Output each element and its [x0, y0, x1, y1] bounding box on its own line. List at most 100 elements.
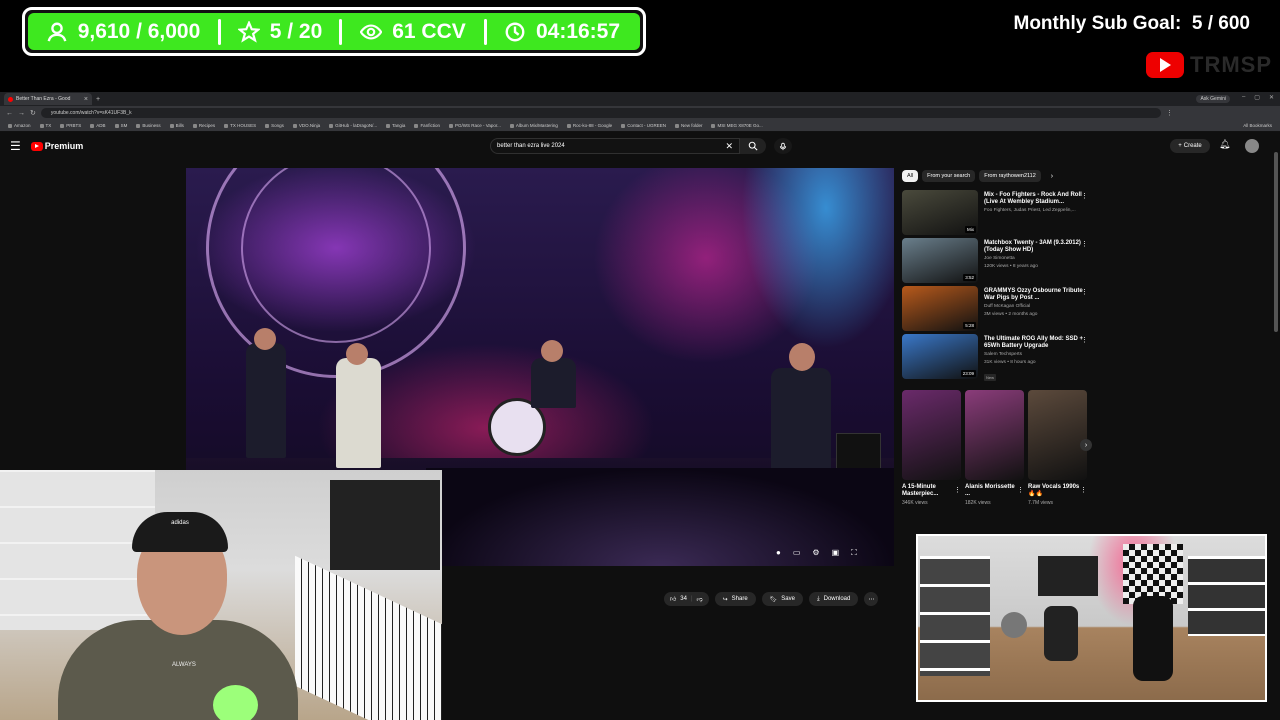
bookmark-item[interactable]: Recipes: [192, 123, 215, 128]
shirt-text: ALWAYS: [172, 662, 196, 668]
bookmark-item[interactable]: ADB: [90, 123, 106, 128]
tab-youtube[interactable]: Better Than Ezra - Good ×: [4, 93, 92, 105]
more-vertical-icon[interactable]: ⋮: [1081, 288, 1088, 296]
bookmark-item[interactable]: Songs: [265, 123, 284, 128]
download-button[interactable]: ⤓ Download: [808, 592, 859, 606]
recommendation-item[interactable]: Mix Mix - Foo Fighters - Rock And Roll (…: [902, 190, 1092, 238]
recommendation-item[interactable]: 3:52 Matchbox Twenty - 3AM (9.3.2012)(To…: [902, 238, 1092, 286]
forward-icon[interactable]: →: [18, 110, 25, 117]
more-vertical-icon[interactable]: ⋮: [1081, 240, 1088, 248]
more-vertical-icon[interactable]: ⋮: [1081, 336, 1088, 344]
video-thumbnail[interactable]: Mix: [902, 190, 978, 235]
bookmark-item[interactable]: Bills: [169, 123, 184, 128]
bookmark-item[interactable]: TX HOUSES: [224, 123, 256, 128]
desk-chair: [1044, 606, 1078, 661]
bookmark-item[interactable]: PG/WS Race - Vapor...: [448, 123, 501, 128]
bookmark-item[interactable]: Roc-ko-88 - Google: [566, 123, 612, 128]
short-item[interactable]: Raw Vocals 1990s 🔥🔥 7.7M views ⋮: [1028, 390, 1087, 506]
bookmark-item[interactable]: Contact - UGREEN: [621, 123, 666, 128]
bookmarks-bar: Amazon TX PRBTS ADB SM Business Bills Re…: [0, 120, 1280, 132]
scrollbar[interactable]: [1274, 152, 1278, 332]
video-title[interactable]: Matchbox Twenty - 3AM (9.3.2012)(Today S…: [984, 240, 1092, 254]
fullscreen-icon[interactable]: ⛶: [851, 548, 857, 558]
short-title[interactable]: A 15-Minute Masterpiec...: [902, 484, 954, 498]
youtube-favicon-icon: [8, 96, 13, 102]
close-window-icon[interactable]: ✕: [1269, 94, 1274, 101]
settings-gear-icon[interactable]: ⚙: [812, 548, 819, 558]
stars-stat: 5 / 20: [221, 13, 339, 50]
notifications-bell-icon[interactable]: 🔔︎: [1219, 139, 1230, 150]
youtube-logo[interactable]: Premium: [30, 141, 83, 151]
avatar[interactable]: [1245, 139, 1259, 153]
brand-text: TRMSP: [1190, 52, 1272, 77]
save-button[interactable]: 🔖︎ Save: [761, 592, 803, 606]
short-title[interactable]: Raw Vocals 1990s 🔥🔥: [1028, 484, 1080, 498]
bookmark-item[interactable]: VDO.Ninja: [292, 123, 320, 128]
more-vertical-icon[interactable]: ⋮: [1080, 486, 1087, 494]
chevron-right-icon[interactable]: ›: [1080, 439, 1092, 451]
short-thumbnail[interactable]: [1028, 390, 1087, 480]
chip-from-search[interactable]: From your search: [922, 170, 976, 182]
bookmark-item[interactable]: Business: [136, 123, 161, 128]
bookmark-item[interactable]: Tangia: [386, 123, 405, 128]
voice-search-button[interactable]: [774, 138, 792, 154]
bookmark-item[interactable]: New folder: [674, 123, 702, 128]
search-query: better than ezra live 2024: [497, 143, 565, 149]
bookmark-item[interactable]: Album Mix/Mastering: [509, 123, 558, 128]
more-vertical-icon[interactable]: ⋮: [954, 486, 961, 494]
recommendation-item[interactable]: 5:28 GRAMMYS Ozzy Osbourne Tribute War P…: [902, 286, 1092, 334]
more-vertical-icon[interactable]: ⋮: [1081, 192, 1088, 200]
short-item[interactable]: Alanis Morissette ... 182K views ⋮: [965, 390, 1024, 506]
video-thumbnail[interactable]: 23:09: [902, 334, 978, 379]
video-thumbnail[interactable]: 5:28: [902, 286, 978, 331]
video-title[interactable]: Mix - Foo Fighters - Rock And Roll (Live…: [984, 192, 1092, 206]
all-bookmarks[interactable]: All Bookmarks: [1243, 123, 1272, 128]
ask-gemini-button[interactable]: Ask Gemini: [1196, 95, 1230, 103]
video-title[interactable]: The Ultimate ROG Ally Mod: SSD + 65Wh Ba…: [984, 336, 1092, 350]
bookmark-item[interactable]: PRBTS: [60, 123, 81, 128]
url-field[interactable]: youtube.com/watch?v=sK41UF3B_k: [40, 108, 1161, 118]
maximize-icon[interactable]: ▢: [1254, 94, 1260, 101]
search-button[interactable]: [740, 138, 766, 154]
more-vertical-icon[interactable]: ⋮: [1017, 486, 1024, 494]
short-title[interactable]: Alanis Morissette ...: [965, 484, 1017, 498]
bookmark-item[interactable]: SM: [114, 123, 127, 128]
share-button[interactable]: ↪ Share: [714, 592, 756, 606]
create-label: Create: [1183, 143, 1202, 149]
close-icon[interactable]: ×: [84, 96, 88, 103]
bookmark-item[interactable]: Amazon: [8, 123, 31, 128]
extensions-icon[interactable]: ⋮: [1166, 109, 1173, 117]
back-icon[interactable]: ←: [6, 110, 13, 117]
sub-goal: Monthly Sub Goal: 5 / 600: [1014, 13, 1251, 35]
minimize-icon[interactable]: –: [1242, 94, 1245, 101]
search-input[interactable]: better than ezra live 2024 ✕: [490, 138, 740, 154]
create-button[interactable]: + Create: [1170, 139, 1210, 153]
more-actions-button[interactable]: ⋯: [864, 592, 879, 606]
recommendation-item[interactable]: 23:09 The Ultimate ROG Ally Mod: SSD + 6…: [902, 334, 1092, 382]
chip-from-channel[interactable]: From raythowen2112: [979, 170, 1041, 182]
like-button[interactable]: 👍︎ 34 | 👎︎: [664, 592, 709, 606]
video-title[interactable]: GRAMMYS Ozzy Osbourne Tribute War Pigs b…: [984, 288, 1092, 302]
bookmark-item[interactable]: TX: [39, 123, 51, 128]
short-thumbnail[interactable]: [965, 390, 1024, 480]
video-thumbnail[interactable]: 3:52: [902, 238, 978, 283]
clear-search-icon[interactable]: ✕: [725, 141, 733, 152]
menu-icon[interactable]: ☰: [10, 139, 21, 153]
captions-icon[interactable]: ▭: [793, 548, 801, 558]
short-thumbnail[interactable]: [902, 390, 961, 480]
thumbs-down-icon[interactable]: 👎︎: [697, 595, 703, 603]
bookmark-item[interactable]: GitHub - laDragoN/...: [329, 123, 377, 128]
miniplayer-icon[interactable]: ▣: [832, 548, 840, 558]
new-tab-plus-icon[interactable]: +: [96, 96, 100, 103]
webcam-room: [916, 534, 1267, 702]
recommendations-list: Mix Mix - Foo Fighters - Rock And Roll (…: [902, 190, 1092, 382]
reload-icon[interactable]: ↻: [30, 109, 36, 117]
chevron-right-icon[interactable]: ›: [1051, 173, 1053, 180]
chip-all[interactable]: All: [902, 170, 919, 182]
autoplay-toggle-icon[interactable]: ●: [776, 548, 781, 558]
stars-value: 5 / 20: [269, 19, 323, 43]
tv-cabinet: [330, 480, 440, 570]
short-item[interactable]: A 15-Minute Masterpiec... 346K views ⋮: [902, 390, 961, 506]
bookmark-item[interactable]: Fanfiction: [414, 123, 440, 128]
bookmark-item[interactable]: MSI MEG X870E Go...: [711, 123, 763, 128]
